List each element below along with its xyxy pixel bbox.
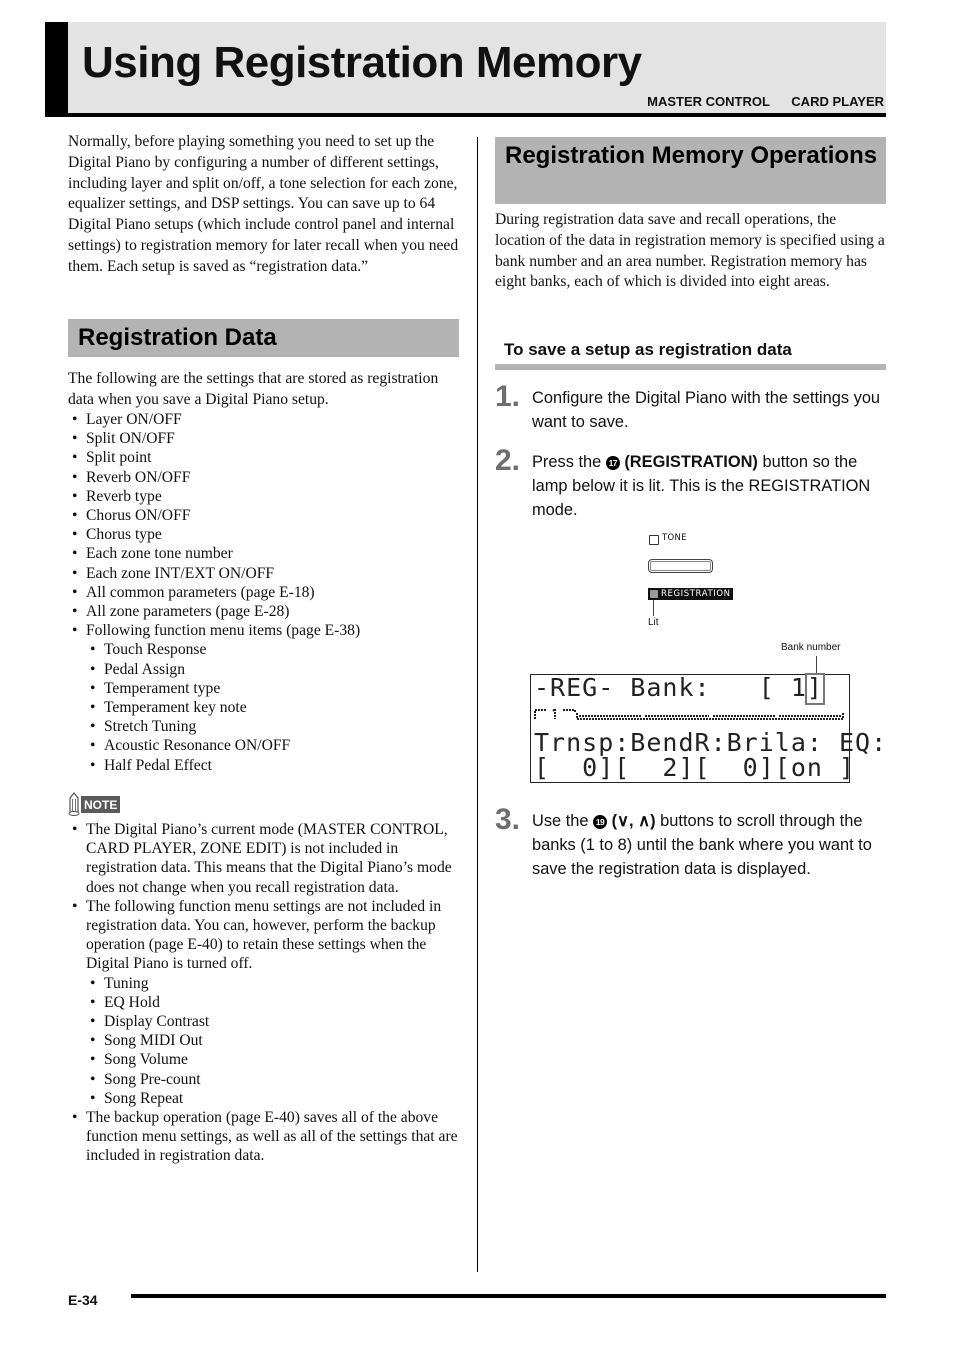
column-divider bbox=[477, 137, 478, 1272]
page-number: E-34 bbox=[68, 1292, 98, 1308]
note-label: NOTE bbox=[81, 795, 121, 813]
settings-list-item: Reverb type bbox=[68, 487, 460, 506]
lcd-area-indicator bbox=[534, 708, 844, 720]
step-text-run: Press the bbox=[532, 453, 606, 471]
note-list-item: The Digital Piano’s current mode (MASTER… bbox=[68, 820, 460, 897]
note-badge: NOTE bbox=[68, 792, 121, 816]
settings-list-item: Stretch Tuning bbox=[68, 717, 460, 736]
pencil-icon bbox=[68, 792, 80, 816]
mode-label-master-control: MASTER CONTROL bbox=[647, 94, 770, 109]
step-number: 1. bbox=[495, 380, 521, 413]
intro-paragraph: Normally, before playing something you n… bbox=[68, 133, 459, 275]
registration-data-intro: The following are the settings that are … bbox=[68, 370, 439, 408]
mode-label-card-player: CARD PLAYER bbox=[791, 94, 884, 109]
section-heading-registration-data: Registration Data bbox=[68, 319, 459, 357]
circled-number-icon: 17 bbox=[605, 456, 620, 470]
lcd-row-values: [ 0][ 2][ 0][on ] bbox=[534, 753, 856, 782]
page-title: Using Registration Memory bbox=[82, 38, 642, 87]
settings-list-item: Chorus type bbox=[68, 525, 460, 544]
lcd-display: -REG- Bank: [ 1] Trnsp:BendR:Brila: EQ: … bbox=[530, 673, 886, 783]
registration-lamp-icon bbox=[650, 590, 658, 598]
tone-lamp-icon bbox=[649, 535, 659, 545]
lcd-row-bank: -REG- Bank: [ 1] bbox=[534, 673, 823, 702]
bank-number-callout-label: Bank number bbox=[781, 642, 841, 653]
settings-list-item: Acoustic Resonance ON/OFF bbox=[68, 736, 460, 755]
subsection-rule bbox=[495, 364, 886, 370]
registration-lamp-label: REGISTRATION bbox=[661, 589, 731, 599]
note-list: The Digital Piano’s current mode (MASTER… bbox=[68, 820, 460, 1166]
operations-intro: During registration data save and recall… bbox=[495, 211, 885, 291]
note-list-item: Display Contrast bbox=[68, 1012, 460, 1031]
settings-list-item: All zone parameters (page E-28) bbox=[68, 602, 460, 621]
bank-number-highlight bbox=[805, 673, 825, 705]
settings-list-item: Split point bbox=[68, 448, 460, 467]
settings-list-item: Half Pedal Effect bbox=[68, 756, 460, 775]
note-list-item: Song Volume bbox=[68, 1050, 460, 1069]
settings-list-item: Pedal Assign bbox=[68, 660, 460, 679]
circled-number-icon: 19 bbox=[593, 815, 608, 829]
settings-list-item: Temperament type bbox=[68, 679, 460, 698]
tone-label: TONE bbox=[662, 533, 687, 543]
footer-rule bbox=[131, 1294, 886, 1298]
settings-list-item: Temperament key note bbox=[68, 698, 460, 717]
registration-button bbox=[648, 559, 713, 573]
title-accent-bar bbox=[45, 22, 68, 116]
note-list-item: Song MIDI Out bbox=[68, 1031, 460, 1050]
settings-list-item: Each zone INT/EXT ON/OFF bbox=[68, 564, 460, 583]
settings-list-item: Following function menu items (page E-38… bbox=[68, 621, 460, 640]
step-number: 3. bbox=[495, 803, 521, 836]
settings-list-item: Split ON/OFF bbox=[68, 429, 460, 448]
lit-callout-line bbox=[653, 600, 654, 616]
section-heading-registration-memory-operations: Registration Memory Operations bbox=[495, 137, 886, 204]
step-text: Use the 19 (∨, ∧) buttons to scroll thro… bbox=[532, 809, 887, 881]
note-list-item: Tuning bbox=[68, 974, 460, 993]
step-text-run: Configure the Digital Piano with the set… bbox=[532, 389, 881, 431]
mode-labels: MASTER CONTROL CARD PLAYER bbox=[647, 94, 884, 109]
note-list-item: The following function menu settings are… bbox=[68, 897, 460, 974]
settings-list-item: Reverb ON/OFF bbox=[68, 468, 460, 487]
settings-list-item: Layer ON/OFF bbox=[68, 410, 460, 429]
step-text-bold: (REGISTRATION) bbox=[619, 453, 758, 471]
step-text-bold: (∨, ∧) bbox=[607, 812, 656, 830]
step-text: Press the 17 (REGISTRATION) button so th… bbox=[532, 450, 887, 522]
note-list-item: The backup operation (page E-40) saves a… bbox=[68, 1108, 460, 1166]
lit-callout-label: Lit bbox=[648, 617, 659, 628]
settings-list-item: Each zone tone number bbox=[68, 544, 460, 563]
title-rule bbox=[45, 113, 886, 117]
settings-list-item: Touch Response bbox=[68, 640, 460, 659]
settings-list-item: Chorus ON/OFF bbox=[68, 506, 460, 525]
settings-list-item: All common parameters (page E-18) bbox=[68, 583, 460, 602]
note-list-item: Song Repeat bbox=[68, 1089, 460, 1108]
step-text: Configure the Digital Piano with the set… bbox=[532, 386, 887, 434]
step-number: 2. bbox=[495, 444, 521, 477]
stored-settings-list: Layer ON/OFFSplit ON/OFFSplit pointRever… bbox=[68, 410, 460, 775]
note-list-item: Song Pre-count bbox=[68, 1070, 460, 1089]
note-list-item: EQ Hold bbox=[68, 993, 460, 1012]
step-text-run: Use the bbox=[532, 812, 594, 830]
subsection-heading-save-setup: To save a setup as registration data bbox=[504, 340, 792, 359]
